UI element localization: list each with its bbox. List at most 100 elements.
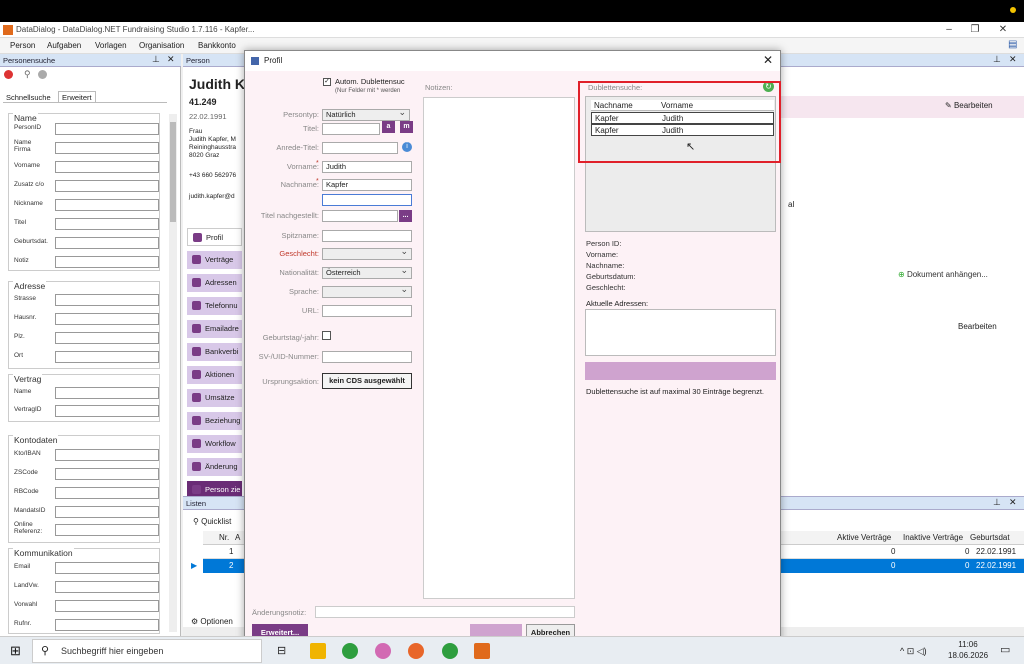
- pin-icon[interactable]: ⊥: [993, 497, 1001, 508]
- sprache-select[interactable]: [322, 284, 412, 298]
- vorname-input[interactable]: Judith: [322, 161, 412, 173]
- maximize-icon[interactable]: ❐: [968, 24, 982, 35]
- search-field-input[interactable]: [55, 449, 159, 461]
- ursprungsaktion-button[interactable]: kein CDS ausgewählt: [322, 373, 412, 389]
- search-field-input[interactable]: [55, 600, 159, 612]
- search-field-input[interactable]: [55, 218, 159, 230]
- close-icon[interactable]: ✕: [996, 24, 1010, 35]
- nationalitaet-select[interactable]: Österreich: [322, 265, 412, 279]
- search-field-input[interactable]: [55, 405, 159, 417]
- attach-document-link[interactable]: ⊕ Dokument anhängen...: [898, 270, 988, 279]
- sidebar-item-4[interactable]: Emailadre: [187, 320, 242, 338]
- col-a[interactable]: A: [235, 533, 240, 542]
- menu-bankkonto[interactable]: Bankkonto: [198, 41, 236, 50]
- sidebar-item-7[interactable]: Umsätze: [187, 389, 242, 407]
- app-icon[interactable]: [375, 643, 391, 659]
- tray-icons[interactable]: ^ ⊡ ◁): [900, 646, 927, 657]
- search-field-input[interactable]: [55, 123, 159, 135]
- chrome-icon-2[interactable]: [442, 643, 458, 659]
- panel-close-icon[interactable]: ✕: [167, 54, 175, 65]
- minimize-icon[interactable]: –: [942, 24, 956, 35]
- duplicate-check-checkbox[interactable]: ✓: [323, 78, 331, 86]
- sidebar-item-2[interactable]: Adressen: [187, 274, 242, 292]
- search-field-input[interactable]: [55, 387, 159, 399]
- col-inaktiv[interactable]: Inaktive Verträge: [903, 533, 963, 542]
- search-field-input[interactable]: [55, 562, 159, 574]
- spitzname-input[interactable]: [322, 230, 412, 242]
- panel-close-icon[interactable]: ✕: [1009, 497, 1017, 508]
- birthday-checkbox[interactable]: [322, 331, 331, 340]
- tab-schnellsuche[interactable]: Schnellsuche: [6, 93, 51, 102]
- pin-icon[interactable]: ⊥: [993, 54, 1001, 65]
- notes-textarea[interactable]: [423, 97, 575, 599]
- search-field-input[interactable]: [55, 487, 159, 499]
- file-explorer-icon[interactable]: [310, 643, 326, 659]
- titel-nach-button[interactable]: ...: [399, 210, 412, 222]
- titel-a-button[interactable]: a: [382, 121, 395, 133]
- geschlecht-select[interactable]: [322, 246, 412, 260]
- titel-m-button[interactable]: m: [400, 121, 413, 133]
- menu-vorlagen[interactable]: Vorlagen: [95, 41, 127, 50]
- task-view-icon[interactable]: ⊟: [277, 644, 286, 657]
- extra-name-input[interactable]: [322, 194, 412, 206]
- panel-close-icon[interactable]: ✕: [1009, 54, 1017, 65]
- search-field-input[interactable]: [55, 142, 159, 154]
- sidebar-item-9[interactable]: Workflow: [187, 435, 242, 453]
- clock-date[interactable]: 18.06.2026: [948, 651, 988, 660]
- search-field-input[interactable]: [55, 332, 159, 344]
- search-field-input[interactable]: [55, 256, 159, 268]
- quicklist-tab[interactable]: ⚲ Quicklist: [193, 517, 231, 526]
- nachname-input[interactable]: Kapfer: [322, 179, 412, 191]
- change-note-input[interactable]: [315, 606, 575, 618]
- sidebar-item-6[interactable]: Aktionen: [187, 366, 242, 384]
- info-icon[interactable]: i: [402, 142, 412, 152]
- menu-organisation[interactable]: Organisation: [139, 41, 184, 50]
- sv-input[interactable]: [322, 351, 412, 363]
- sidebar-item-10[interactable]: Änderung: [187, 458, 242, 476]
- search-field-input[interactable]: [55, 237, 159, 249]
- col-aktiv[interactable]: Aktive Verträge: [837, 533, 891, 542]
- sidebar-item-0[interactable]: Profil: [187, 228, 242, 246]
- titel-input[interactable]: [322, 123, 380, 135]
- menu-aufgaben[interactable]: Aufgaben: [47, 41, 81, 50]
- stop-icon[interactable]: [4, 70, 13, 79]
- sidebar-item-8[interactable]: Beziehung: [187, 412, 242, 430]
- taskbar-search[interactable]: ⚲ Suchbegriff hier eingeben: [32, 639, 262, 663]
- edit-link[interactable]: ✎ Bearbeiten: [945, 101, 993, 110]
- search-field-input[interactable]: [55, 619, 159, 631]
- pin-icon[interactable]: ⊥: [152, 54, 160, 65]
- clear-icon[interactable]: [38, 70, 47, 79]
- search-field-input[interactable]: [55, 313, 159, 325]
- advanced-button[interactable]: Erweitert...: [252, 624, 308, 636]
- chrome-icon[interactable]: [342, 643, 358, 659]
- scrollbar[interactable]: [169, 114, 177, 632]
- sidebar-item-5[interactable]: Bankverbi: [187, 343, 242, 361]
- url-input[interactable]: [322, 305, 412, 317]
- dialog-close-icon[interactable]: ✕: [763, 53, 773, 67]
- notification-icon[interactable]: ▭: [1000, 643, 1010, 656]
- titel_nach-input[interactable]: [322, 210, 398, 222]
- search-field-input[interactable]: [55, 524, 159, 536]
- save-button[interactable]: [470, 624, 522, 636]
- options-button[interactable]: ⚙ Optionen: [191, 617, 233, 626]
- firefox-icon[interactable]: [408, 643, 424, 659]
- search-field-input[interactable]: [55, 294, 159, 306]
- search-field-input[interactable]: [55, 180, 159, 192]
- search-field-input[interactable]: [55, 581, 159, 593]
- col-nr[interactable]: Nr.: [219, 533, 229, 542]
- persontyp-select[interactable]: Natürlich: [322, 107, 410, 121]
- col-geburtsdat[interactable]: Geburtsdat: [970, 533, 1010, 542]
- sidebar-item-1[interactable]: Verträge: [187, 251, 242, 269]
- search-field-input[interactable]: [55, 351, 159, 363]
- search-field-input[interactable]: [55, 506, 159, 518]
- layout-icon[interactable]: ▤: [1008, 39, 1017, 50]
- take-over-button[interactable]: [585, 362, 776, 380]
- cancel-button[interactable]: Abbrechen: [526, 624, 575, 636]
- search-field-input[interactable]: [55, 199, 159, 211]
- search-field-input[interactable]: [55, 468, 159, 480]
- clock-time[interactable]: 11:06: [948, 640, 988, 649]
- menu-person[interactable]: Person: [10, 41, 35, 50]
- search-field-input[interactable]: [55, 161, 159, 173]
- sidebar-item-3[interactable]: Telefonnu: [187, 297, 242, 315]
- datadialog-icon[interactable]: [474, 643, 490, 659]
